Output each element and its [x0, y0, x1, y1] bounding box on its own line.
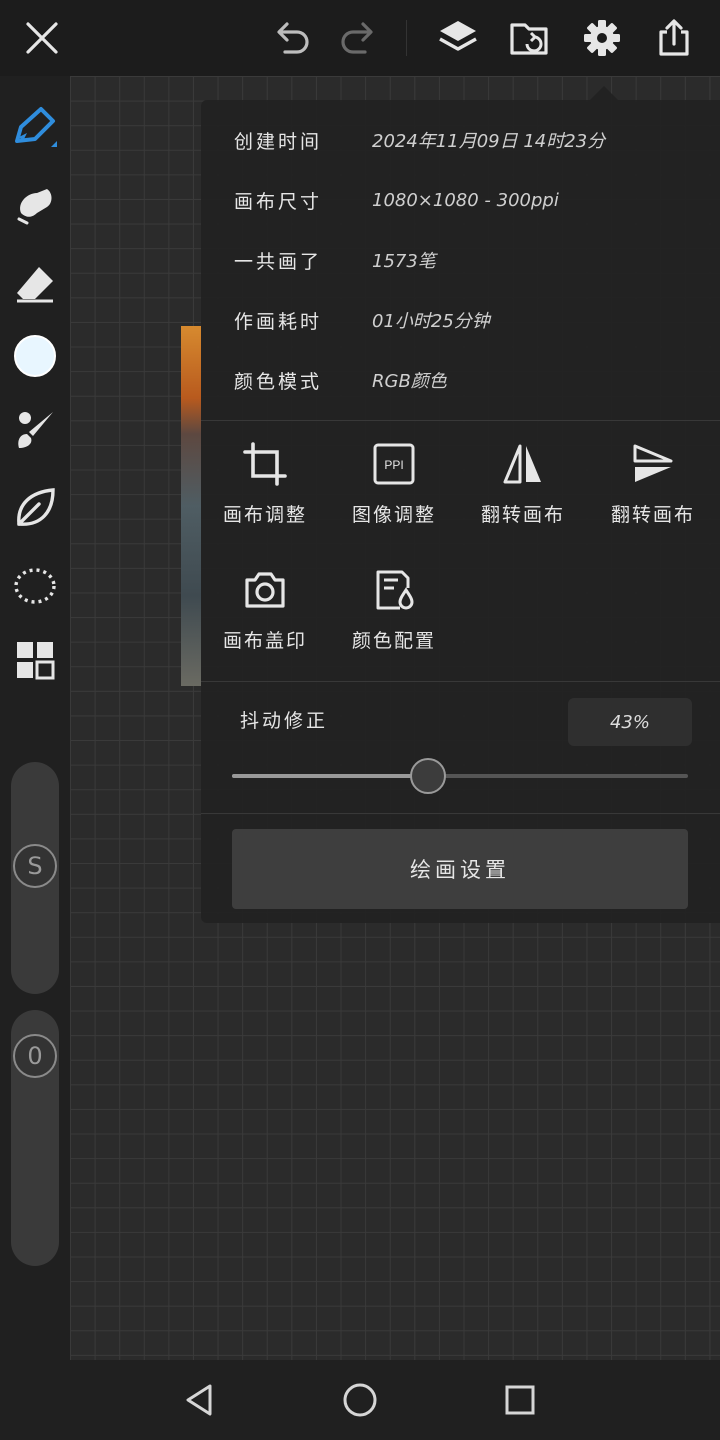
color-profile-icon	[370, 566, 418, 614]
info-value: 1080×1080 - 300ppi	[372, 189, 559, 211]
divider	[201, 420, 720, 421]
stabilizer-slider-fill	[232, 774, 429, 778]
brush-size-knob-label: S	[27, 852, 43, 880]
info-label: 创建时间	[234, 130, 323, 153]
close-icon[interactable]	[18, 14, 66, 62]
camera-icon	[241, 566, 289, 614]
flip-vertical-button[interactable]: 翻转画布	[589, 440, 717, 552]
undo-icon[interactable]	[269, 14, 317, 62]
layers-icon[interactable]	[434, 14, 482, 62]
flip-horizontal-button[interactable]: 翻转画布	[459, 440, 587, 552]
action-label: 图像调整	[351, 504, 436, 526]
system-nav-bar	[0, 1360, 720, 1440]
info-row-color-mode: 颜色模式 RGB颜色	[234, 360, 447, 400]
opacity-knob-label: 0	[27, 1042, 43, 1070]
info-value: 01小时25分钟	[372, 311, 490, 332]
canvas-stamp-button[interactable]: 画布盖印	[201, 566, 329, 678]
popup-caret	[590, 86, 618, 100]
divider	[201, 813, 720, 814]
info-value: 1573笔	[372, 251, 436, 272]
action-label: 翻转画布	[480, 504, 565, 526]
info-label: 一共画了	[234, 250, 323, 273]
color-swatch[interactable]	[11, 332, 59, 380]
eraser-icon[interactable]	[11, 259, 59, 307]
action-label: 画布盖印	[222, 630, 307, 652]
stabilizer-value[interactable]: 43%	[568, 698, 692, 746]
brush-icon[interactable]	[11, 406, 59, 454]
action-label: 翻转画布	[610, 504, 695, 526]
ppi-icon: PPI	[370, 440, 418, 488]
crop-icon	[241, 440, 289, 488]
info-row-created: 创建时间 2024年11月09日 14时23分	[234, 120, 605, 160]
info-label: 颜色模式	[234, 370, 323, 393]
info-row-duration: 作画耗时 01小时25分钟	[234, 300, 490, 340]
info-row-strokes: 一共画了 1573笔	[234, 240, 436, 280]
info-value: 2024年11月09日 14时23分	[372, 131, 606, 152]
divider	[201, 681, 720, 682]
info-label: 作画耗时	[234, 310, 323, 333]
stabilizer-slider[interactable]	[232, 758, 688, 794]
top-bar	[0, 0, 720, 76]
smudge-icon[interactable]	[11, 181, 59, 229]
ppi-icon-text: PPI	[384, 458, 403, 472]
share-icon[interactable]	[650, 14, 698, 62]
info-row-canvas-size: 画布尺寸 1080×1080 - 300ppi	[234, 180, 559, 220]
info-label: 画布尺寸	[234, 190, 323, 213]
current-color-swatch	[14, 335, 56, 377]
back-icon[interactable]	[176, 1376, 224, 1424]
canvas-adjust-button[interactable]: 画布调整	[201, 440, 329, 552]
stabilizer-label: 抖动修正	[240, 710, 329, 732]
opacity-knob[interactable]: 0	[13, 1034, 57, 1078]
folder-icon[interactable]	[506, 14, 554, 62]
pen-icon[interactable]	[11, 103, 59, 151]
info-value: RGB颜色	[372, 371, 447, 392]
grid-icon[interactable]	[11, 636, 59, 684]
color-profile-button[interactable]: 颜色配置	[330, 566, 458, 678]
home-icon[interactable]	[336, 1376, 384, 1424]
flip-horizontal-icon	[499, 440, 547, 488]
leaf-icon[interactable]	[11, 484, 59, 532]
lasso-icon[interactable]	[11, 560, 59, 608]
image-adjust-button[interactable]: PPI 图像调整	[330, 440, 458, 552]
left-toolbar: S 0	[0, 76, 70, 1360]
settings-icon[interactable]	[578, 14, 626, 62]
stabilizer-slider-thumb[interactable]	[410, 758, 447, 794]
settings-panel: 创建时间 2024年11月09日 14时23分 画布尺寸 1080×1080 -…	[201, 100, 720, 923]
toolbar-separator	[406, 20, 407, 56]
artwork-preview	[181, 326, 201, 686]
action-label: 画布调整	[222, 504, 307, 526]
action-label: 颜色配置	[351, 630, 436, 652]
redo-icon[interactable]	[333, 14, 381, 62]
drawing-settings-button[interactable]: 绘画设置	[232, 829, 688, 909]
brush-size-knob[interactable]: S	[13, 844, 57, 888]
recents-icon[interactable]	[496, 1376, 544, 1424]
flip-vertical-icon	[629, 440, 677, 488]
